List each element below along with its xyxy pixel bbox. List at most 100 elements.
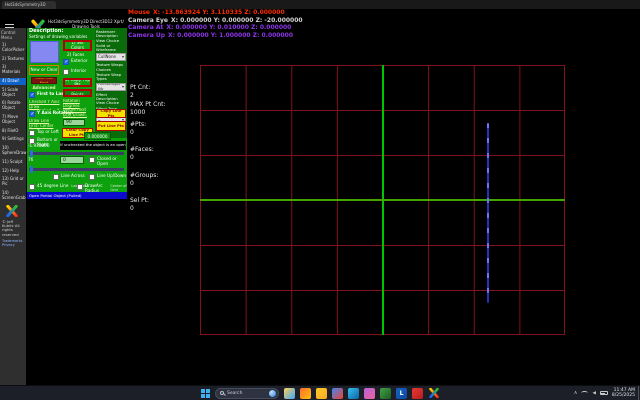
slider-2-handle[interactable]	[30, 166, 33, 173]
deg45-line-label: 45 degree Line	[37, 184, 68, 189]
copy-line-pts-button[interactable]: Copy Line Pts	[96, 109, 126, 118]
drawn-line[interactable]	[487, 123, 489, 303]
line-across-checkbox[interactable]	[53, 174, 59, 180]
texture-wraps-label: Texture Wraps Choices	[96, 63, 126, 72]
sidebar-item-2-textures[interactable]: 2) Textures	[0, 56, 26, 63]
put-line-pts-button[interactable]: Put Line Pts	[96, 121, 126, 131]
start-button[interactable]	[201, 389, 210, 398]
rotation-degrees-link[interactable]: Rotation Degrees before next Line Drawn,…	[63, 99, 93, 118]
search-label: Search	[227, 391, 266, 396]
top-or-left-row: Top or Left	[29, 130, 59, 136]
sidebar-logo-icon	[6, 205, 18, 217]
l-app-icon[interactable]: L	[396, 388, 407, 399]
open-curve-tooltip: If unchecked the object is an open curve	[60, 141, 126, 150]
top-or-left-checkbox[interactable]	[29, 130, 35, 136]
system-tray: ∧ ◀ 11:47 AM 8/25/2025	[574, 387, 635, 399]
volume-icon[interactable]: ◀	[592, 391, 595, 396]
slider-1-value: 76	[28, 157, 33, 162]
solid-wireframe-label: Solid or Wireframe	[96, 44, 126, 53]
center-horizontal-axis	[200, 199, 565, 201]
draw-settings-panel: Description: Settings of drawing variabl…	[27, 28, 127, 199]
chrome-icon[interactable]	[332, 388, 343, 399]
texture-wrap-dropdown[interactable]: Anisotropic Wr▾	[96, 83, 126, 91]
sidebar-item-9-settings[interactable]: 9) Settings	[0, 136, 26, 143]
network-icon[interactable]	[581, 391, 588, 395]
sidebar-item-5-scale-object[interactable]: 5) Scale Object	[0, 87, 26, 99]
object-mode-bar: Open Partial Object (Pulled)	[27, 192, 127, 199]
slider-1-handle[interactable]	[30, 150, 33, 157]
cull-dropdown[interactable]: CullNone▾	[96, 53, 126, 61]
taskbar-icons: L	[284, 388, 439, 399]
sidebar-item-7-move-object[interactable]: 7) Move Object	[0, 114, 26, 126]
line-up-down-label: Line Up/Down	[97, 174, 126, 179]
effect-description-label: Effect Description View Choice	[96, 93, 126, 106]
folder-icon[interactable]	[316, 388, 327, 399]
sidebar-item-11-sculpt[interactable]: 11) Sculpt	[0, 159, 26, 166]
window-tab[interactable]: Hot3dsSymmetry3D	[2, 1, 56, 9]
axis-draw-link[interactable]: Checked Y Axis Draw Unchecked = X Axis	[29, 100, 60, 110]
line-up-down-checkbox[interactable]	[89, 174, 95, 180]
sidebar-footer-links[interactable]: Trademarks Privacy	[0, 237, 26, 247]
value-input[interactable]: 0	[60, 156, 84, 164]
slider-2[interactable]	[29, 168, 124, 171]
status-readouts: Pt Cnt:2 MAX Pt Cnt:1000 #Pts:0 #Faces:0 #Gr…	[130, 0, 190, 400]
copy-flip-pts-button[interactable]: 3) Copy Flip Pts	[63, 78, 92, 87]
taskbar-clock[interactable]: 11:47 AM 8/25/2025	[612, 388, 635, 398]
sidebar-item-4-draw[interactable]: 4) Draw!	[0, 78, 26, 85]
status-sel-pt: Sel Pt:0	[130, 197, 149, 212]
file-explorer-icon[interactable]	[284, 388, 295, 399]
rasterizer-label: Rasterizer Description View Choice	[96, 30, 126, 43]
slider-1[interactable]	[29, 152, 124, 155]
edge-icon[interactable]	[348, 388, 359, 399]
interior-row: Interior	[63, 69, 86, 75]
set-points-button[interactable]: 4) Set Points	[63, 89, 92, 97]
drawarc-radius-checkbox[interactable]	[77, 184, 83, 190]
x-app-icon[interactable]	[428, 388, 439, 399]
status-groups: #Groups:0	[130, 172, 158, 187]
green-app-icon[interactable]	[380, 388, 391, 399]
search-highlight-icon	[269, 390, 276, 397]
first-to-last-row: First to Last	[29, 92, 66, 98]
sidebar-item-14-screengrab[interactable]: 14) ScreenGrab	[0, 190, 26, 202]
color-preview-swatch[interactable]	[30, 41, 59, 63]
line-across-label: Line Across	[61, 174, 85, 179]
y-axis-rotation-checkbox[interactable]	[29, 111, 35, 117]
status-pts: #Pts:0	[130, 121, 146, 136]
taskbar-search[interactable]: Search	[215, 388, 279, 399]
value-box: 0.000000	[84, 132, 111, 140]
sidebar-item-1-colorpicker[interactable]: 1) ColorPicker	[0, 42, 26, 54]
interior-checkbox[interactable]	[63, 69, 69, 75]
closed-or-open-checkbox[interactable]	[89, 157, 95, 163]
sidebar-item-8-fileio[interactable]: 8) FileIO	[0, 128, 26, 135]
set-colors-button[interactable]: 1) Set Colors	[63, 40, 92, 51]
sidebar: Control Menu 1) ColorPicker2) Textures3)…	[0, 28, 26, 385]
media-icon[interactable]	[364, 388, 375, 399]
deg45-line-checkbox[interactable]	[29, 184, 35, 190]
first-to-last-checkbox[interactable]	[29, 92, 35, 98]
interior-label: Interior	[71, 69, 86, 74]
exterior-checkbox[interactable]	[63, 59, 69, 65]
closed-or-open-row: Closed or Open	[89, 157, 127, 167]
texture-wrap-types-label: Texture Wrap Types	[96, 73, 126, 82]
battery-icon[interactable]	[600, 391, 608, 395]
sidebar-item-13-grid-or-pic[interactable]: 13) Grid or Pic	[0, 176, 26, 188]
taskbar: Search L	[0, 385, 640, 400]
rotation-degrees-input[interactable]: 90	[63, 119, 85, 126]
draw-line-first-link[interactable]: Draw Line First: Center End points	[29, 119, 58, 129]
status-pt-cnt: Pt Cnt:2	[130, 84, 150, 99]
new-or-clear-button[interactable]: New or Clear	[29, 65, 59, 75]
appbar: Hot3dsSymmetry3D Direct3D12 Xprt/ Drawin…	[0, 9, 127, 28]
status-max-pt-cnt: MAX Pt Cnt:1000	[130, 101, 166, 116]
exterior-row: Exterior	[63, 59, 88, 65]
hidden-icons-chevron-icon[interactable]: ∧	[574, 390, 578, 396]
app-window: Hot3dsSymmetry3D Hot3dsSymmetry3D Direct…	[0, 0, 640, 400]
sidebar-item-12-help[interactable]: 12) Help	[0, 168, 26, 175]
pin-app-icon[interactable]	[412, 388, 423, 399]
chevron-down-icon: ▾	[122, 84, 124, 90]
sidebar-item-3-materials[interactable]: 3) Materials	[0, 64, 26, 76]
browser-icon[interactable]	[300, 388, 311, 399]
status-faces: #Faces:0	[130, 146, 154, 161]
sidebar-item-10-spheredraw[interactable]: 10) SphereDraw	[0, 145, 26, 157]
color-list-next-button[interactable]: Color List Next	[31, 77, 57, 84]
sidebar-item-6-rotate-object[interactable]: 6) Rotate Object	[0, 100, 26, 112]
